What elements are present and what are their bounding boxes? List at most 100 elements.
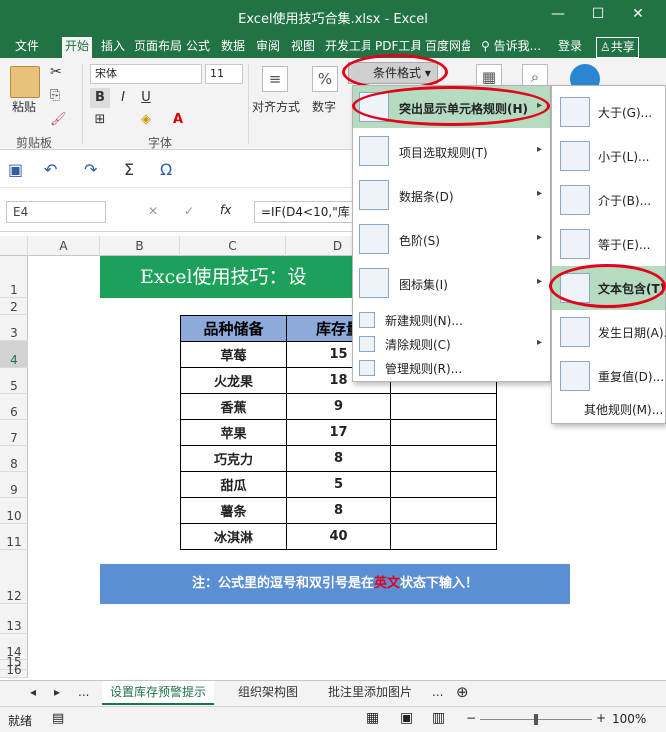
alignment-button[interactable]: 对齐方式 [252,98,300,115]
font-color-icon[interactable]: A [168,110,188,130]
tab-developer[interactable]: 开发工具 [322,37,370,58]
table-header[interactable]: 品种储备 [180,315,287,342]
sign-in-link[interactable]: 登录 [555,37,585,58]
row-header[interactable]: 11 [0,524,28,550]
page-break-view-icon[interactable]: ▥ [432,710,445,726]
row-header[interactable]: 16 [0,664,28,678]
italic-button[interactable]: I [113,88,133,108]
autosum-icon[interactable]: Σ [124,160,134,179]
next-sheet-icon[interactable]: ▸ [46,681,68,705]
submenu-item[interactable]: 介于(B)... [552,178,665,222]
menu-item[interactable]: 数据条(D) ▸ [353,174,550,218]
zoom-thumb[interactable] [534,714,538,725]
normal-view-icon[interactable]: ▦ [366,710,379,726]
table-cell[interactable]: 17 [286,419,391,446]
add-sheet-icon[interactable]: ⊕ [448,681,477,705]
share-button[interactable]: ♙共享 [596,37,639,58]
enter-icon[interactable]: ✓ [184,204,194,218]
page-layout-view-icon[interactable]: ▣ [400,710,413,726]
menu-item[interactable]: 色阶(S) ▸ [353,218,550,262]
table-cell[interactable]: 草莓 [180,341,287,368]
table-cell[interactable]: 苹果 [180,419,287,446]
underline-button[interactable]: U [136,88,156,108]
symbol-icon[interactable]: Ω [160,160,172,179]
row-header[interactable]: 2 [0,298,28,315]
table-cell[interactable]: 香蕉 [180,393,287,420]
tab-formulas[interactable]: 公式 [183,37,213,58]
border-icon[interactable]: ⊞ [90,110,110,130]
table-cell[interactable]: 火龙果 [180,367,287,394]
paste-button[interactable]: 粘贴 [12,98,36,115]
name-box[interactable]: E4 [6,201,106,223]
save-icon[interactable]: ▣ [8,160,23,179]
redo-icon[interactable]: ↷ [84,160,97,179]
table-cell[interactable] [390,471,497,498]
row-header[interactable]: 6 [0,394,28,420]
tab-insert[interactable]: 插入 [98,37,128,58]
table-cell[interactable] [390,445,497,472]
tab-view[interactable]: 视图 [288,37,318,58]
table-cell[interactable]: 5 [286,471,391,498]
more-sheets-left[interactable]: ... [70,681,97,705]
select-all-corner[interactable] [0,236,28,256]
row-header[interactable]: 3 [0,315,28,341]
column-header[interactable]: A [28,236,100,256]
table-cell[interactable]: 巧克力 [180,445,287,472]
row-header[interactable]: 10 [0,498,28,524]
font-size-select[interactable]: 11 [205,64,243,84]
format-painter-icon[interactable]: 🖌 [50,112,67,127]
table-cell[interactable]: 薯条 [180,497,287,524]
fill-color-icon[interactable]: ◈ [136,110,156,130]
menu-item[interactable]: 管理规则(R)... [353,356,550,380]
submenu-item[interactable]: 其他规则(M)... [552,396,665,422]
maximize-button[interactable]: ☐ [588,6,608,22]
submenu-item[interactable]: 重复值(D)... [552,354,665,398]
row-header[interactable]: 1 [0,256,28,298]
cancel-icon[interactable]: ✕ [148,204,158,218]
row-header[interactable]: 9 [0,472,28,498]
row-header[interactable]: 12 [0,550,28,604]
row-header[interactable]: 8 [0,446,28,472]
close-button[interactable]: ✕ [628,6,648,22]
undo-icon[interactable]: ↶ [44,160,57,179]
row-header[interactable]: 5 [0,368,28,394]
table-cell[interactable]: 9 [286,393,391,420]
submenu-item[interactable]: 发生日期(A)... [552,310,666,354]
column-header[interactable]: C [180,236,286,256]
zoom-level[interactable]: 100% [612,712,646,726]
submenu-item[interactable]: 等于(E)... [552,222,665,266]
insert-function-icon[interactable]: fx [220,203,231,217]
table-cell[interactable] [390,393,497,420]
sheet-tab[interactable]: 组织架构图 [230,681,306,705]
tell-me-search[interactable]: ⚲ 告诉我... [478,37,544,58]
menu-item[interactable]: 图标集(I) ▸ [353,262,550,306]
table-cell[interactable] [390,419,497,446]
tab-data[interactable]: 数据 [218,37,248,58]
zoom-out-icon[interactable]: − [466,711,476,725]
table-cell[interactable]: 8 [286,497,391,524]
tab-review[interactable]: 审阅 [253,37,283,58]
number-format-button[interactable]: 数字 [312,98,336,115]
font-name-select[interactable]: 宋体 [90,64,202,84]
table-cell[interactable]: 甜瓜 [180,471,287,498]
row-header[interactable]: 4 [0,341,28,368]
menu-item[interactable]: 新建规则(N)... [353,308,550,332]
formula-input[interactable]: =IF(D4<10,"库 [254,201,364,223]
submenu-item[interactable]: 大于(G)... [552,90,665,134]
table-cell[interactable]: 冰淇淋 [180,523,287,550]
submenu-item[interactable]: 小于(L)... [552,134,665,178]
sheet-tab[interactable]: 设置库存预警提示 [102,681,215,705]
prev-sheet-icon[interactable]: ◂ [22,681,44,705]
row-header[interactable]: 7 [0,420,28,446]
menu-item[interactable]: 项目选取规则(T) ▸ [353,130,550,174]
row-header[interactable]: 13 [0,604,28,634]
copy-icon[interactable]: ⎘ [50,88,60,103]
sheet-tab[interactable]: 批注里添加图片 [320,681,420,705]
tab-page-layout[interactable]: 页面布局 [131,37,181,58]
table-cell[interactable]: 40 [286,523,391,550]
minimize-button[interactable]: — [548,6,568,22]
macro-icon[interactable]: ▤ [52,711,64,726]
table-cell[interactable]: 8 [286,445,391,472]
menu-item[interactable]: 清除规则(C) ▸ [353,332,550,356]
table-cell[interactable] [390,497,497,524]
